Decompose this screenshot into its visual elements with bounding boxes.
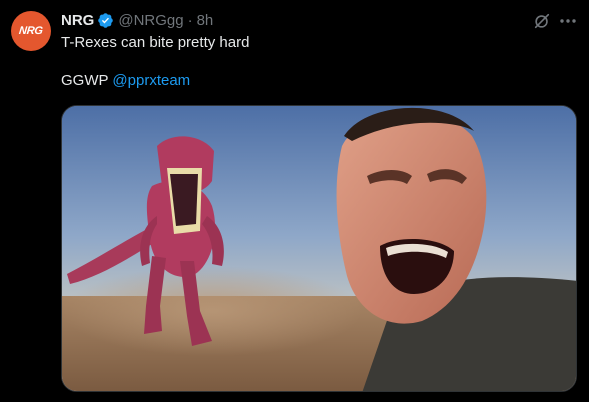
mention-link[interactable]: @pprxteam xyxy=(112,72,190,89)
dust-cloud xyxy=(62,266,362,356)
handle[interactable]: @NRGgg xyxy=(118,12,183,29)
tweet-media-image[interactable] xyxy=(61,105,577,392)
timestamp[interactable]: 8h xyxy=(197,12,214,29)
tweet-text-line-1: T-Rexes can bite pretty hard xyxy=(61,34,250,51)
avatar-logo-text: NRG xyxy=(18,25,44,37)
tweet-header: NRG @NRGgg · 8h xyxy=(61,10,213,30)
verified-badge-icon xyxy=(97,12,114,29)
grok-icon[interactable] xyxy=(533,12,551,30)
display-name[interactable]: NRG xyxy=(61,12,94,29)
more-icon[interactable] xyxy=(558,12,578,30)
tweet[interactable]: NRG NRG @NRGgg · 8h T-Rexes can bite pre… xyxy=(0,0,589,402)
avatar[interactable]: NRG xyxy=(11,11,51,51)
tweet-text-line-2: GGWP @pprxteam xyxy=(61,71,190,91)
media-illustration xyxy=(62,106,576,391)
separator-dot: · xyxy=(187,11,193,29)
tweet-text-prefix: GGWP xyxy=(61,72,113,89)
